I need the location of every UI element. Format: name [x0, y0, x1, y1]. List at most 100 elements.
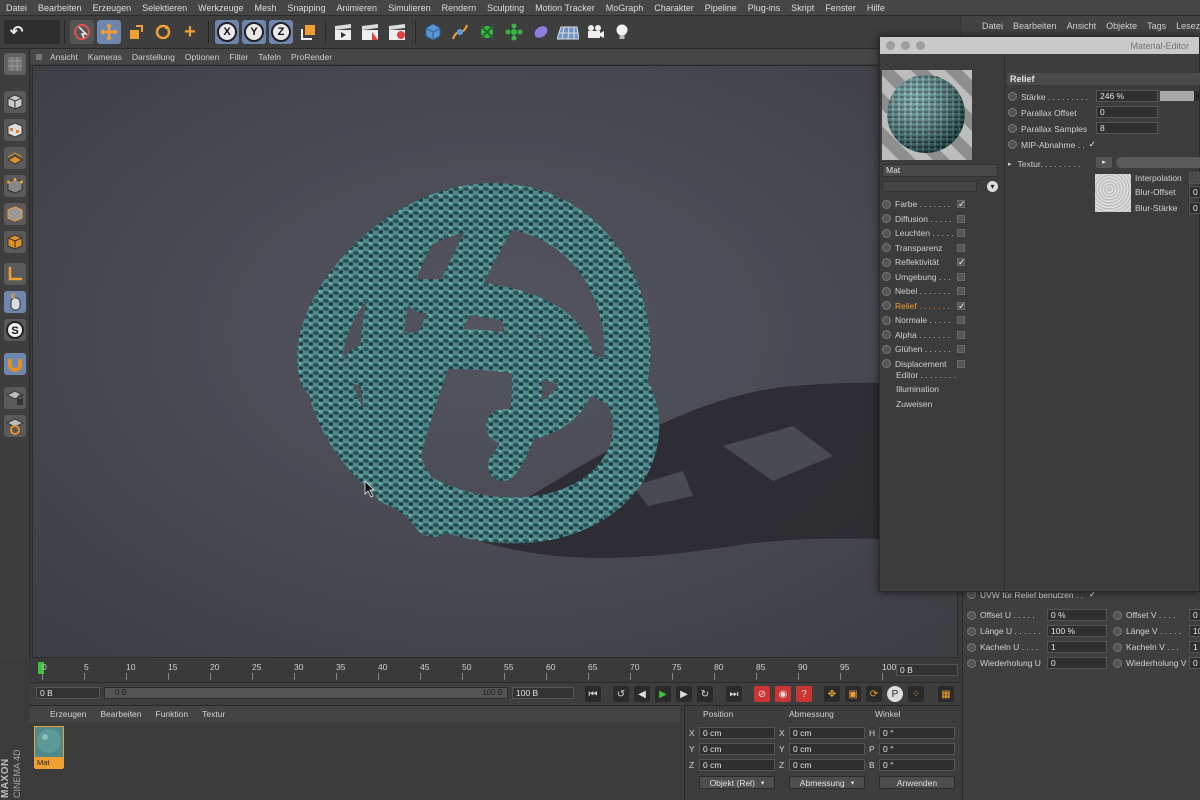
channel-radio[interactable] — [882, 330, 891, 339]
rotate-button[interactable] — [151, 20, 175, 44]
prev-frame-button[interactable]: ◀ — [634, 686, 650, 702]
kacheln-v-field[interactable]: 1 — [1189, 641, 1200, 653]
menu-sculpting[interactable]: Sculpting — [487, 3, 524, 13]
channel-item[interactable]: Normale . . . . . — [882, 313, 974, 327]
kacheln-u-field[interactable]: 1 — [1047, 641, 1107, 653]
menu-plugins[interactable]: Plug-ins — [748, 3, 781, 13]
om-menu-tags[interactable]: Tags — [1147, 21, 1166, 31]
render-picture-viewer-button[interactable] — [358, 20, 382, 44]
offset-u-field[interactable]: 0 % — [1047, 609, 1107, 621]
om-menu-ansicht[interactable]: Ansicht — [1067, 21, 1097, 31]
om-menu-lesezeichen[interactable]: Lesez — [1176, 21, 1200, 31]
vp-menu-tafeln[interactable]: Tafeln — [258, 52, 281, 62]
axis-mode-button[interactable] — [4, 263, 26, 285]
x-axis-lock[interactable]: X — [215, 20, 239, 44]
offset-v-radio[interactable] — [1113, 611, 1122, 621]
texture-mode-button[interactable] — [4, 119, 26, 141]
material-name-field[interactable]: Mat — [882, 164, 998, 177]
channel-radio[interactable] — [882, 272, 891, 281]
blur-staerke-field[interactable]: 0 — [1189, 202, 1200, 214]
texture-arrow-button[interactable]: ▸ — [1096, 157, 1112, 168]
channel-checkbox[interactable] — [957, 359, 965, 368]
channel-checkbox[interactable]: ✓ — [957, 258, 966, 267]
vp-menu-filter[interactable]: Filter — [229, 52, 248, 62]
menu-erzeugen[interactable]: Erzeugen — [93, 3, 132, 13]
timeline-window-button[interactable]: ▦ — [938, 686, 954, 702]
filter-arrow-icon[interactable]: ▾ — [987, 181, 998, 192]
channel-checkbox[interactable] — [957, 316, 965, 324]
mm-menu-bearbeiten[interactable]: Bearbeiten — [100, 709, 141, 719]
key-position-button[interactable]: ✥ — [824, 686, 840, 702]
menu-mesh[interactable]: Mesh — [254, 3, 276, 13]
menu-rendern[interactable]: Rendern — [442, 3, 477, 13]
om-menu-bearbeiten[interactable]: Bearbeiten — [1013, 21, 1057, 31]
undo-button[interactable]: ↶ — [4, 20, 60, 44]
material-preview[interactable] — [882, 70, 972, 160]
menu-bearbeiten[interactable]: Bearbeiten — [38, 3, 82, 13]
menu-fenster[interactable]: Fenster — [825, 3, 856, 13]
parallax-samples-field[interactable]: 8 — [1096, 122, 1158, 134]
channel-filter-field[interactable] — [882, 181, 977, 192]
pos-z-field[interactable]: 0 cm — [699, 759, 775, 771]
key-pla-button[interactable]: ⁘ — [908, 686, 924, 702]
go-to-start-button[interactable]: ⏮ — [585, 686, 601, 702]
vp-menu-darstellung[interactable]: Darstellung — [132, 52, 175, 62]
kacheln-u-radio[interactable] — [967, 643, 976, 653]
lock-workplane-button[interactable] — [4, 387, 26, 409]
channel-item[interactable]: Diffusion . . . . . — [882, 212, 974, 226]
offset-v-field[interactable]: 0 — [1189, 609, 1200, 621]
close-window-icon[interactable] — [886, 41, 895, 50]
go-to-end-button[interactable]: ⏭ — [726, 686, 742, 702]
blur-offset-field[interactable]: 0 — [1189, 186, 1200, 198]
menu-selektieren[interactable]: Selektieren — [142, 3, 187, 13]
end-frame-field[interactable]: 100 B — [512, 687, 574, 699]
channel-item[interactable]: Alpha . . . . . . . — [882, 328, 974, 342]
channel-item[interactable]: Reflektivität ✓ — [882, 255, 974, 269]
parallax-samples-radio[interactable] — [1008, 124, 1017, 133]
mip-radio[interactable] — [1008, 140, 1017, 149]
live-select-button[interactable] — [70, 20, 94, 44]
timeline-ruler[interactable]: 0 5 10 15 20 25 30 35 40 45 50 55 60 65 70 75 80 85 90 95 10… — [30, 660, 960, 682]
channel-illumination[interactable]: Illumination — [896, 384, 939, 394]
channel-radio[interactable] — [882, 243, 891, 252]
channel-radio[interactable] — [882, 228, 891, 238]
scale-button[interactable] — [124, 20, 148, 44]
mip-checkbox[interactable]: ✓ — [1089, 139, 1096, 150]
key-scale-button[interactable]: ▣ — [845, 686, 861, 702]
channel-item[interactable]: Leuchten . . . . . — [882, 226, 974, 240]
points-mode-button[interactable] — [4, 175, 26, 197]
preview-range-slider[interactable]: 0 B 100 B — [104, 687, 508, 699]
channel-item[interactable]: Displacement — [882, 357, 974, 371]
model-mode-button[interactable] — [4, 91, 26, 113]
channel-radio[interactable] — [882, 344, 891, 354]
rot-b-field[interactable]: 0 ° — [879, 759, 955, 771]
current-frame-field[interactable]: 0 B — [896, 664, 958, 676]
mm-menu-funktion[interactable]: Funktion — [156, 709, 189, 719]
menu-simulieren[interactable]: Simulieren — [388, 3, 431, 13]
menu-datei[interactable]: Datei — [6, 3, 27, 13]
magnet-button[interactable] — [4, 353, 26, 375]
subdivision-button[interactable] — [475, 20, 499, 44]
menu-charakter[interactable]: Charakter — [654, 3, 694, 13]
z-axis-lock[interactable]: Z — [269, 20, 293, 44]
channel-editor[interactable]: Editor . . . . . . . . — [896, 370, 956, 380]
offset-u-radio[interactable] — [967, 611, 976, 621]
channel-radio[interactable] — [882, 301, 891, 310]
channel-item[interactable]: Nebel . . . . . . . — [882, 284, 974, 298]
zoom-window-icon[interactable] — [916, 41, 925, 50]
channel-item[interactable]: Glühen . . . . . . — [882, 342, 974, 356]
channel-checkbox[interactable] — [957, 330, 965, 339]
rot-p-field[interactable]: 0 ° — [879, 743, 955, 755]
menu-animieren[interactable]: Animieren — [337, 3, 378, 13]
channel-checkbox[interactable] — [957, 229, 965, 237]
coord-size-select[interactable]: Abmessung ▾ — [789, 776, 865, 789]
laenge-u-field[interactable]: 100 % — [1047, 625, 1107, 637]
wiederholung-v-radio[interactable] — [1113, 659, 1122, 669]
channel-checkbox[interactable] — [957, 243, 965, 252]
key-rotation-button[interactable]: ⟳ — [866, 686, 882, 702]
om-menu-datei[interactable]: Datei — [982, 21, 1003, 31]
channel-zuweisen[interactable]: Zuweisen — [896, 399, 932, 409]
rot-h-field[interactable]: 0 ° — [879, 727, 955, 739]
channel-checkbox[interactable] — [957, 345, 965, 353]
channel-item[interactable]: Farbe . . . . . . . ✓ — [882, 197, 974, 211]
